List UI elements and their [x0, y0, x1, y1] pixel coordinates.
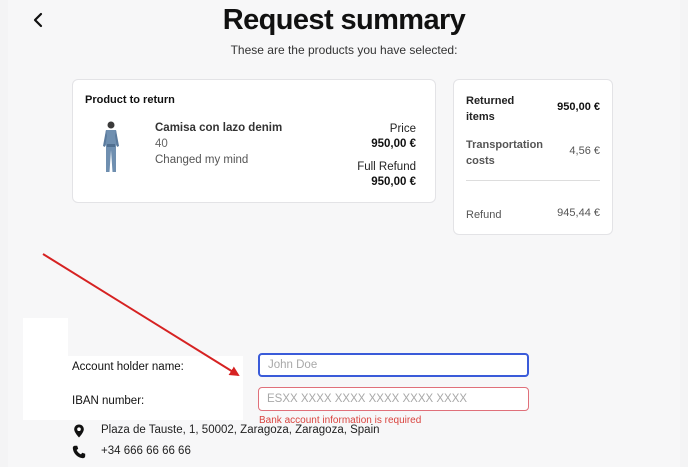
map-pin-icon [74, 424, 84, 438]
refund-type-value: 950,00 € [371, 176, 416, 188]
transport-costs-label: Transportation costs [466, 139, 544, 167]
refund-total-label: Refund [466, 209, 502, 221]
product-thumbnail[interactable] [99, 120, 123, 174]
product-card-heading: Product to return [85, 94, 175, 106]
summary-card: Returned items 950,00 € Transportation c… [453, 79, 613, 235]
phone-icon [72, 445, 86, 459]
account-holder-input[interactable] [258, 353, 529, 377]
page-title: Request summary [222, 4, 466, 36]
address-text: Plaza de Tauste, 1, 50002, Zaragoza, Zar… [101, 424, 380, 436]
summary-transport-row: Transportation costs 4,56 € [466, 137, 600, 171]
product-size: 40 [155, 138, 168, 150]
summary-divider [466, 180, 600, 181]
page-subtitle: These are the products you have selected… [230, 43, 458, 57]
price-column: Price 950,00 € Full Refund 950,00 € [357, 122, 416, 190]
product-name: Camisa con lazo denim [155, 122, 283, 134]
phone-text: +34 666 66 66 66 [101, 445, 191, 457]
redaction-block [23, 318, 68, 420]
refund-total-value: 945,44 € [557, 207, 600, 219]
returned-items-value: 950,00 € [557, 101, 600, 113]
refund-type-label: Full Refund [357, 161, 416, 173]
price-label: Price [389, 123, 416, 135]
summary-refund-row: Refund 945,44 € [466, 207, 600, 223]
returned-items-label: Returned items [466, 95, 515, 123]
iban-input[interactable] [258, 387, 529, 411]
return-reason: Changed my mind [155, 154, 249, 166]
summary-returned-items-row: Returned items 950,00 € [466, 93, 600, 127]
iban-label: IBAN number: [72, 395, 145, 407]
transport-costs-value: 4,56 € [569, 145, 600, 157]
account-holder-label: Account holder name: [72, 361, 184, 373]
product-card: Product to return Camisa con lazo denim … [72, 79, 436, 203]
price-value: 950,00 € [371, 138, 416, 150]
